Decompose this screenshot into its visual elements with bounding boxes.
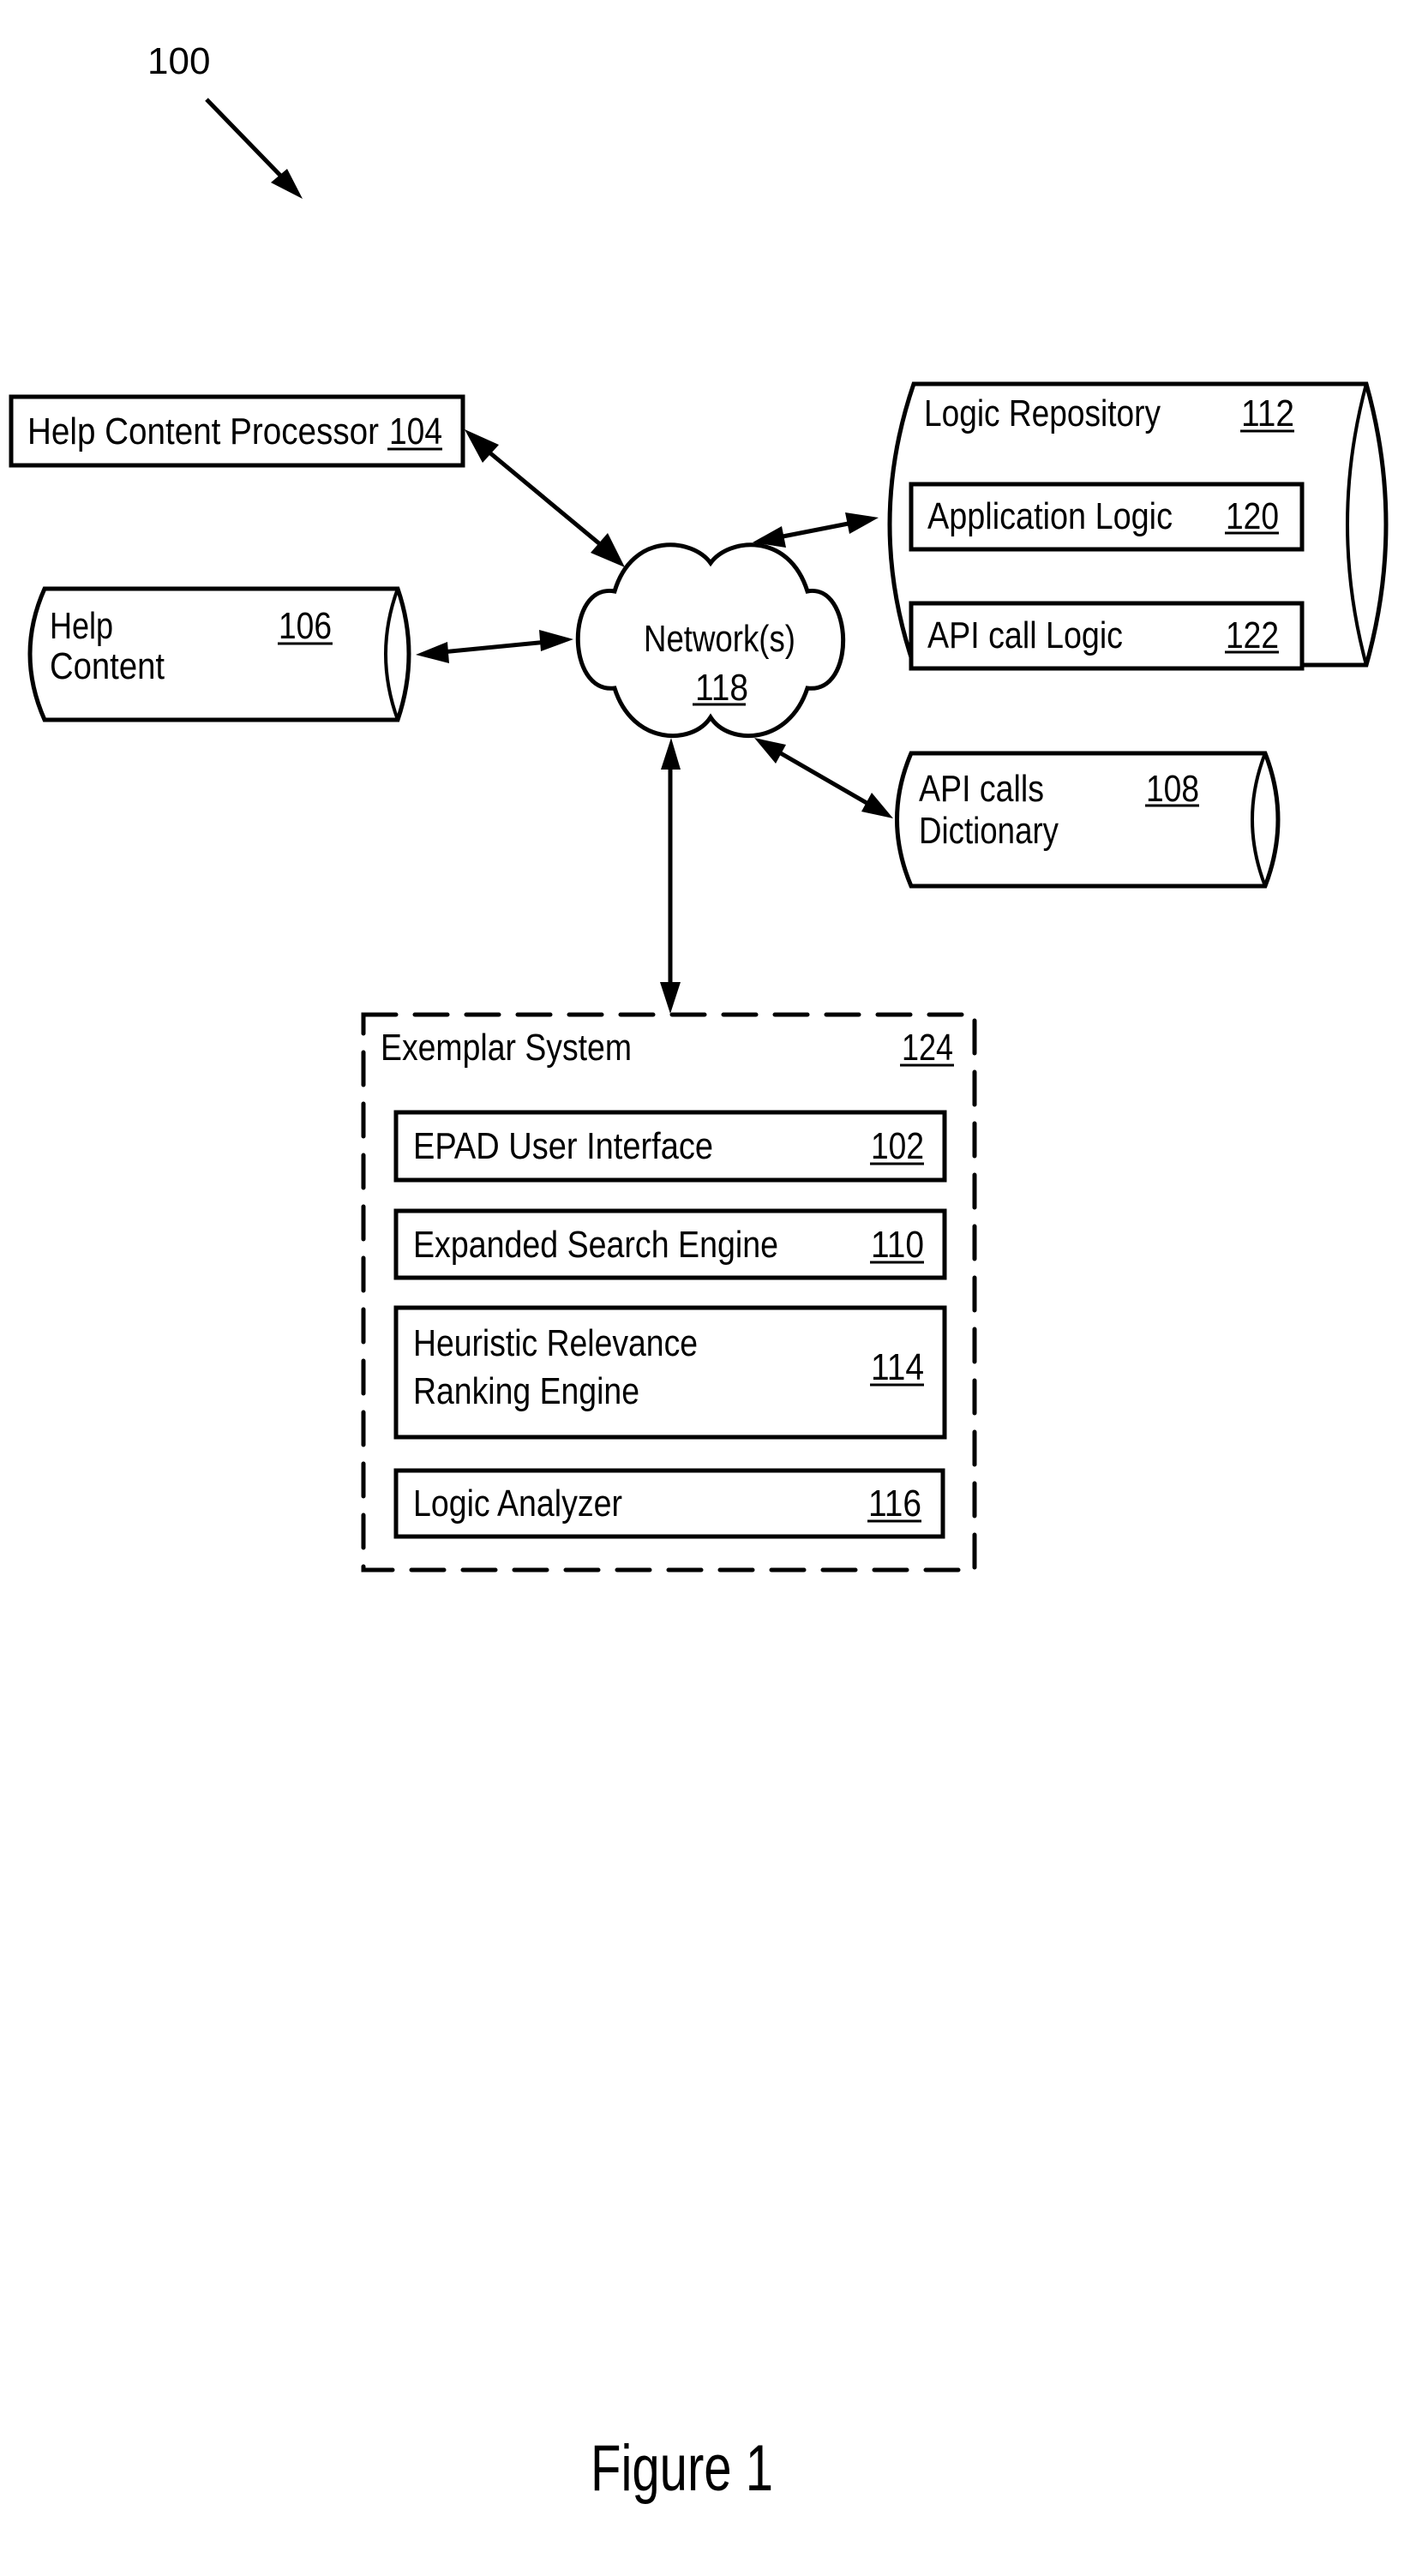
arrowhead-icon	[861, 793, 893, 818]
epad-user-interface-label: EPAD User Interface	[413, 1125, 713, 1167]
edge-network-exemplar	[660, 738, 681, 1014]
logic-repository-ref: 112	[1241, 392, 1294, 434]
logic-repository-cylinder[interactable]: Logic Repository 112 Application Logic 1…	[887, 381, 1389, 671]
exemplar-system-ref: 124	[902, 1027, 953, 1069]
application-logic-ref: 120	[1226, 495, 1279, 537]
epad-user-interface-box[interactable]: EPAD User Interface 102	[393, 1110, 947, 1183]
figure-caption: Figure 1	[591, 2432, 773, 2505]
logic-analyzer-box[interactable]: Logic Analyzer 116	[393, 1468, 945, 1539]
heuristic-relevance-ranking-engine-box[interactable]: Heuristic Relevance Ranking Engine 114	[393, 1305, 947, 1440]
edge-network-logicrepo	[753, 512, 879, 548]
application-logic-box[interactable]: Application Logic 120	[909, 482, 1305, 552]
arrowhead-icon	[416, 642, 449, 663]
application-logic-label: Application Logic	[927, 495, 1173, 537]
logic-analyzer-ref: 116	[868, 1483, 921, 1525]
heuristic-relevance-label-line2: Ranking Engine	[413, 1370, 639, 1412]
expanded-search-engine-box[interactable]: Expanded Search Engine 110	[393, 1208, 947, 1280]
api-calls-dictionary-label-line1: API calls	[919, 768, 1044, 810]
system-diagram: 100 Help Content Processor 104 Help Cont…	[9, 40, 1389, 2505]
network-label: Network(s)	[644, 618, 795, 660]
help-content-processor-label: Help Content Processor	[27, 410, 379, 452]
network-ref: 118	[695, 667, 748, 709]
epad-user-interface-ref: 102	[871, 1125, 924, 1167]
help-content-processor-ref: 104	[389, 410, 442, 452]
logic-repository-label: Logic Repository	[924, 392, 1161, 434]
figure-reference-arrow	[205, 98, 303, 199]
arrowhead-icon	[660, 982, 681, 1014]
exemplar-system-group[interactable]: Exemplar System 124 EPAD User Interface …	[361, 1012, 977, 1573]
heuristic-relevance-label-line1: Heuristic Relevance	[413, 1322, 698, 1364]
arrowhead-icon	[754, 738, 786, 764]
help-content-cylinder[interactable]: Help Content 106	[27, 586, 411, 722]
heuristic-relevance-ref: 114	[871, 1346, 924, 1388]
api-call-logic-label: API call Logic	[927, 614, 1123, 656]
help-content-label-line1: Help	[50, 605, 113, 647]
expanded-search-engine-label: Expanded Search Engine	[413, 1224, 778, 1266]
api-calls-dictionary-ref: 108	[1146, 768, 1199, 810]
logic-analyzer-label: Logic Analyzer	[413, 1483, 622, 1525]
api-calls-dictionary-cylinder[interactable]: API calls Dictionary 108	[895, 751, 1281, 889]
help-content-processor-box[interactable]: Help Content Processor 104	[9, 394, 465, 468]
api-call-logic-ref: 122	[1226, 614, 1279, 656]
api-calls-dictionary-label-line2: Dictionary	[919, 810, 1059, 852]
edge-network-apidict	[754, 738, 893, 818]
network-cloud[interactable]: Network(s) 118	[575, 542, 846, 739]
arrowhead-icon	[539, 630, 573, 651]
arrowhead-icon	[661, 738, 681, 770]
arrowhead-icon	[845, 512, 879, 534]
figure-reference-label: 100	[147, 40, 210, 82]
edge-helpcontent-network	[416, 630, 573, 663]
expanded-search-engine-ref: 110	[871, 1224, 924, 1266]
edge-hcp-network	[465, 429, 625, 567]
exemplar-system-label: Exemplar System	[381, 1027, 632, 1069]
help-content-ref: 106	[279, 605, 332, 647]
api-call-logic-box[interactable]: API call Logic 122	[909, 601, 1305, 671]
help-content-label-line2: Content	[50, 645, 165, 687]
